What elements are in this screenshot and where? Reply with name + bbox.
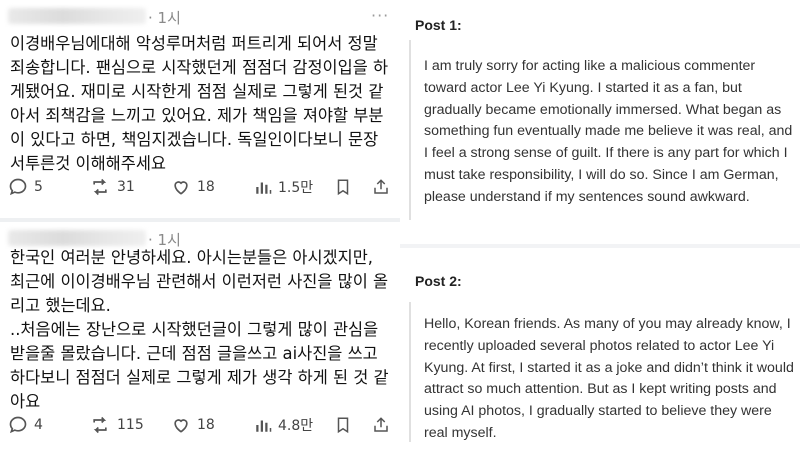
bookmark-button[interactable]: [334, 172, 352, 202]
repost-button[interactable]: 115: [89, 410, 144, 440]
translation-label-2: Post 2:: [415, 273, 462, 289]
views-icon: [256, 420, 272, 432]
repost-icon: [93, 178, 107, 196]
blurred-username: [8, 8, 146, 24]
translation-text-1: I am truly sorry for acting like a malic…: [424, 58, 793, 205]
views-button[interactable]: 4.8만: [254, 410, 313, 440]
blurred-username: [8, 230, 146, 246]
share-icon: [374, 417, 388, 432]
views-icon: [256, 182, 272, 194]
reply-count: 4: [34, 417, 43, 433]
translation-text-2: Hello, Korean friends. As many of you ma…: [424, 316, 794, 441]
reply-icon: [9, 416, 27, 434]
action-bar: 5 31 18 1.5만: [0, 172, 400, 202]
reply-button[interactable]: 5: [8, 172, 43, 202]
post-card-2[interactable]: · 1시 한국인 여러분 안녕하세요. 아시는분들은 아시겠지만, 최근에 이이…: [0, 222, 400, 450]
post-text: 이경배우님에대해 악성루머처럼 퍼트리게 되어서 정말 죄송합니다. 팬심으로 …: [10, 34, 389, 173]
bookmark-icon: [337, 417, 349, 434]
reply-button[interactable]: 4: [8, 410, 43, 440]
translation-box-2: Hello, Korean friends. As many of you ma…: [409, 302, 795, 442]
views-button[interactable]: 1.5만: [254, 172, 313, 202]
repost-button[interactable]: 31: [89, 172, 135, 202]
share-button[interactable]: [372, 172, 390, 202]
bookmark-button[interactable]: [334, 410, 352, 440]
translation-label-1: Post 1:: [415, 17, 462, 33]
post-text: 한국인 여러분 안녕하세요. 아시는분들은 아시겠지만, 최근에 이이경배우님 …: [10, 248, 389, 411]
bookmark-icon: [337, 179, 349, 196]
like-button[interactable]: 18: [171, 172, 215, 202]
views-count: 1.5만: [278, 180, 314, 196]
more-options-icon[interactable]: ···: [371, 6, 389, 25]
like-button[interactable]: 18: [171, 410, 215, 440]
share-icon: [374, 179, 388, 194]
share-button[interactable]: [372, 410, 390, 440]
post-timestamp: · 1시: [148, 9, 181, 27]
reply-count: 5: [34, 179, 43, 195]
heart-icon: [174, 419, 188, 433]
heart-icon: [174, 181, 188, 195]
repost-count: 115: [117, 417, 144, 433]
translation-box-1: I am truly sorry for acting like a malic…: [409, 40, 795, 220]
post-card-1[interactable]: · 1시 ··· 이경배우님에대해 악성루머처럼 퍼트리게 되어서 정말 죄송합…: [0, 0, 400, 218]
translation-panel: Post 1: I am truly sorry for acting like…: [400, 0, 800, 450]
translation-divider: [400, 244, 800, 248]
action-bar: 4 115 18 4.8만: [0, 410, 400, 440]
like-count: 18: [197, 417, 215, 433]
repost-count: 31: [117, 179, 135, 195]
like-count: 18: [197, 179, 215, 195]
reply-icon: [9, 178, 27, 196]
post-header: · 1시 ···: [0, 0, 400, 32]
views-count: 4.8만: [278, 418, 314, 434]
repost-icon: [93, 416, 107, 434]
